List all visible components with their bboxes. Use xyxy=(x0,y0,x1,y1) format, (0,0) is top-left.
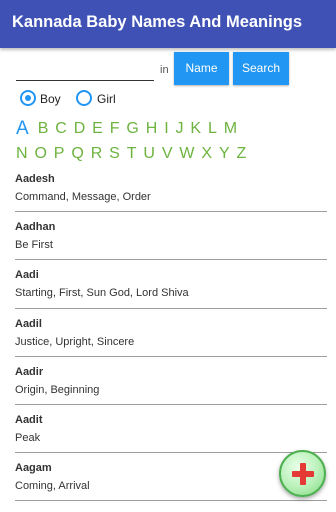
list-item[interactable]: Aadil Justice, Upright, Sincere xyxy=(15,309,327,357)
list-item[interactable]: Aadi Starting, First, Sun God, Lord Shiva xyxy=(15,260,327,309)
letter-j[interactable]: J xyxy=(176,119,184,139)
letter-u[interactable]: U xyxy=(143,144,155,164)
boy-label[interactable]: Boy xyxy=(40,92,61,106)
baby-name: Aagam xyxy=(15,462,52,475)
letter-r[interactable]: R xyxy=(91,144,103,164)
app-title: Kannada Baby Names And Meanings xyxy=(12,13,303,31)
letter-i[interactable]: I xyxy=(164,119,168,139)
letter-v[interactable]: V xyxy=(162,144,173,164)
letter-x[interactable]: X xyxy=(201,144,212,164)
app-bar: Kannada Baby Names And Meanings xyxy=(0,0,336,48)
add-fab-button[interactable] xyxy=(279,450,326,497)
search-input[interactable] xyxy=(16,58,154,81)
search-button[interactable]: Search xyxy=(233,52,289,85)
letter-h[interactable]: H xyxy=(146,119,158,139)
baby-name: Aadhan xyxy=(15,221,56,234)
letter-w[interactable]: W xyxy=(179,144,194,164)
letter-s[interactable]: S xyxy=(109,144,120,164)
list-item[interactable]: Aadhan Be First xyxy=(15,212,327,261)
baby-name: Aadil xyxy=(15,317,42,330)
search-row: in Name Search xyxy=(16,52,326,86)
name-meaning: Coming, Arrival xyxy=(15,480,90,493)
name-meaning: Command, Message, Order xyxy=(15,191,151,203)
letter-y[interactable]: Y xyxy=(219,144,230,164)
letter-a[interactable]: A xyxy=(16,119,29,139)
list-item[interactable]: Aadit Peak xyxy=(15,405,327,454)
girl-label[interactable]: Girl xyxy=(97,92,116,106)
baby-name: Aadesh xyxy=(15,173,55,185)
alphabet-row-2: NOPQRSTUVWXYZ xyxy=(16,142,326,164)
letter-d[interactable]: D xyxy=(74,119,86,139)
alphabet-row-1: ABCDEFGHIJKLM xyxy=(16,117,326,139)
list-item[interactable]: Aadesh Command, Message, Order xyxy=(15,164,327,213)
letter-l[interactable]: L xyxy=(208,119,217,139)
letter-p[interactable]: P xyxy=(54,144,65,164)
letter-g[interactable]: G xyxy=(126,119,138,139)
name-meaning: Be First xyxy=(15,239,53,252)
search-by-name-button[interactable]: Name xyxy=(174,52,229,85)
letter-b[interactable]: B xyxy=(38,119,49,139)
name-meaning: Peak xyxy=(15,431,41,444)
letter-t[interactable]: T xyxy=(127,144,137,164)
name-meaning: Justice, Upright, Sincere xyxy=(15,335,135,348)
letter-c[interactable]: C xyxy=(55,119,67,139)
plus-icon xyxy=(292,463,314,485)
girl-radio[interactable] xyxy=(76,90,92,106)
letter-e[interactable]: E xyxy=(92,119,103,139)
letter-z[interactable]: Z xyxy=(237,144,247,164)
letter-m[interactable]: M xyxy=(224,119,237,139)
in-label: in xyxy=(160,64,169,76)
name-meaning: Origin, Beginning xyxy=(15,383,100,396)
list-item[interactable]: Aadir Origin, Beginning xyxy=(15,357,327,405)
letter-f[interactable]: F xyxy=(110,119,120,139)
boy-radio[interactable] xyxy=(20,90,36,106)
baby-name: Aadi xyxy=(15,269,39,282)
baby-name: Aadir xyxy=(15,365,44,378)
letter-o[interactable]: O xyxy=(34,144,46,164)
letter-k[interactable]: K xyxy=(190,119,201,139)
letter-q[interactable]: Q xyxy=(71,144,83,164)
name-meaning: Starting, First, Sun God, Lord Shiva xyxy=(15,287,189,300)
baby-name: Aadit xyxy=(15,413,43,426)
names-list: Aadesh Command, Message, Order Aadhan Be Fi… xyxy=(15,164,327,502)
letter-n[interactable]: N xyxy=(16,144,28,164)
